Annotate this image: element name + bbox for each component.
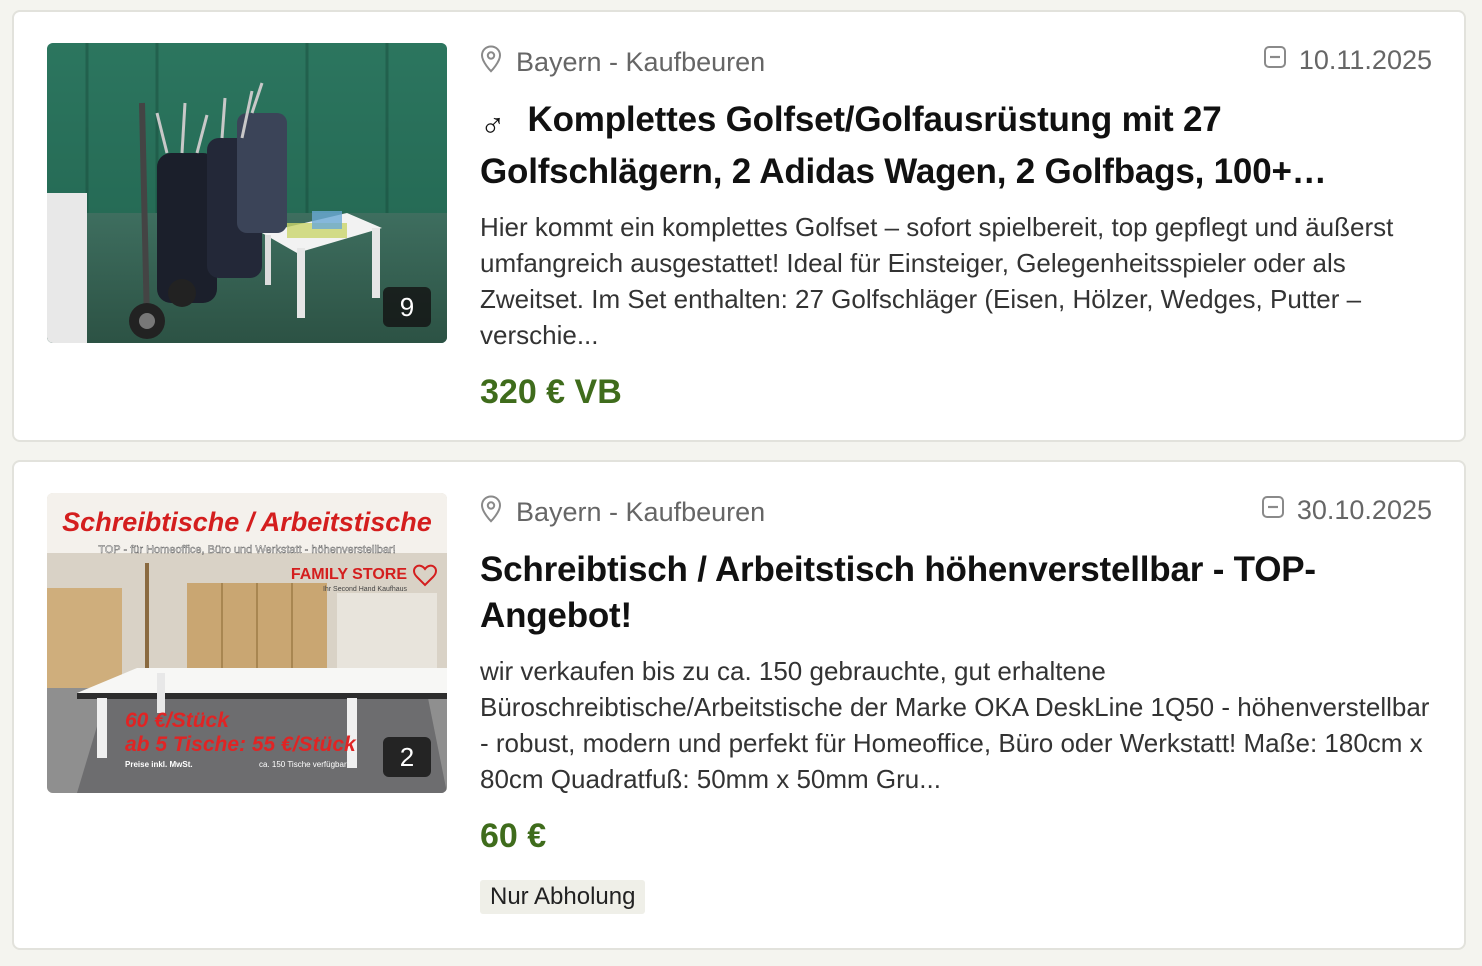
image-brand: FAMILY STORE — [291, 566, 408, 583]
listing-location: Bayern - Kaufbeuren — [480, 495, 765, 530]
image-subline: TOP - für Homeoffice, Büro und Werkstatt… — [98, 544, 396, 556]
listing-card[interactable]: 9 Bayern - Kaufbeuren 10.11.2025 ♂ Kompl… — [12, 10, 1466, 442]
listing-price: 320 € VB — [480, 373, 622, 411]
location-pin-icon — [480, 45, 502, 80]
image-count-badge: 2 — [383, 737, 431, 777]
male-symbol-icon: ♂ — [480, 107, 506, 145]
listing-description: wir verkaufen bis zu ca. 150 gebrauchte,… — [480, 656, 1430, 794]
calendar-icon — [1263, 45, 1287, 76]
listing-image[interactable]: 9 — [47, 43, 447, 343]
listing-description: Hier kommt ein komplettes Golfset – sofo… — [480, 212, 1394, 350]
image-brand-sub: Ihr Second Hand Kaufhaus — [323, 586, 408, 593]
listing-location: Bayern - Kaufbeuren — [480, 45, 765, 80]
image-footnote-left: Preise inkl. MwSt. — [125, 760, 193, 769]
date-text: 10.11.2025 — [1298, 45, 1432, 75]
image-price-line-1: 60 €/Stück — [125, 709, 230, 732]
listing-card[interactable]: Schreibtische / Arbeitstische TOP - für … — [12, 460, 1466, 950]
image-price-line-2: ab 5 Tische: 55 €/Stück — [125, 733, 357, 756]
listing-title-text[interactable]: Komplettes Golfset/Golfausrüstung mit 27… — [480, 100, 1327, 191]
date-text: 30.10.2025 — [1296, 495, 1432, 525]
listing-date: 10.11.2025 — [1263, 45, 1432, 76]
location-text: Bayern - Kaufbeuren — [516, 47, 766, 77]
image-footnote-right: ca. 150 Tische verfügbar — [259, 760, 347, 769]
image-headline: Schreibtische / Arbeitstische — [62, 507, 432, 537]
image-count-badge: 9 — [383, 287, 431, 327]
listing-title[interactable]: Schreibtisch / Arbeitstisch höhenverstel… — [480, 547, 1432, 639]
pickup-only-tag: Nur Abholung — [480, 880, 646, 914]
listing-date: 30.10.2025 — [1261, 495, 1432, 526]
listing-title[interactable]: ♂ Komplettes Golfset/Golfausrüstung mit … — [480, 97, 1432, 195]
listing-image[interactable]: Schreibtische / Arbeitstische TOP - für … — [47, 493, 447, 793]
listing-price: 60 € — [480, 817, 547, 855]
location-pin-icon — [480, 495, 502, 530]
location-text: Bayern - Kaufbeuren — [516, 497, 766, 527]
calendar-icon — [1261, 495, 1285, 526]
